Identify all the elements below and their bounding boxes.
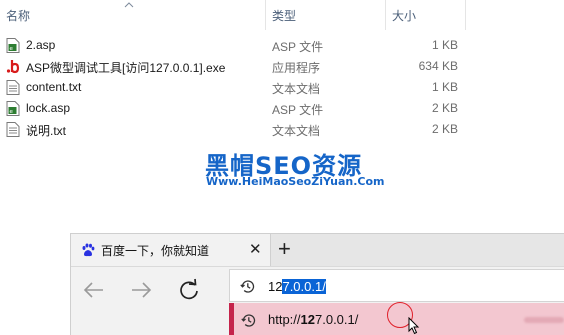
asp-file-icon: e [6,101,20,116]
tab-title: 百度一下，你就知道 [101,244,210,258]
browser-window: 百度一下，你就知道 ✕ + 127.0.0.1/ http://127.0.0.… [70,233,564,335]
address-text[interactable]: 127.0.0.1/ [268,279,326,294]
history-clock-icon [240,280,255,293]
tab-close-icon[interactable]: ✕ [249,240,262,258]
column-spacer [465,0,564,30]
file-row[interactable]: e 2.asp ASP 文件 1 KB [0,35,564,56]
mouse-cursor-icon [408,317,420,335]
file-name: content.txt [26,80,82,94]
back-arrow-icon[interactable] [81,277,107,303]
column-header: 名称 类型 大小 [0,0,564,30]
text-file-icon [6,80,20,95]
browser-toolbar: 127.0.0.1/ http://127.0.0.1/ [71,266,564,335]
exe-app-icon [6,60,20,74]
file-type: ASP 文件 [272,103,324,117]
file-row[interactable]: content.txt 文本文档 1 KB [0,77,564,98]
file-name: 2.asp [26,38,56,52]
browser-tab[interactable]: 百度一下，你就知道 ✕ [71,234,271,266]
file-row[interactable]: ASP微型调试工具[访问127.0.0.1].exe 应用程序 634 KB [0,56,564,77]
suggestion-url: http://127.0.0.1/ [268,312,358,327]
file-size: 1 KB [431,38,458,52]
file-list: e 2.asp ASP 文件 1 KB ASP微型调试工具[访问127.0.0.… [0,35,564,140]
file-size: 2 KB [431,101,458,115]
suggestion-rest: 7.0.0.1/ [315,312,359,327]
address-bar[interactable]: 127.0.0.1/ [229,269,564,302]
address-selected-text: 7.0.0.1/ [282,279,326,294]
file-type: 文本文档 [272,124,321,138]
text-file-icon [6,122,20,137]
file-row[interactable]: e lock.asp ASP 文件 2 KB [0,98,564,119]
watermark-url: Www.HeiMaoSeoZiYuan.Com [206,175,385,188]
file-type: 应用程序 [272,61,321,75]
baidu-paw-icon [82,243,95,257]
address-typed: 12 [268,279,283,294]
file-explorer: 名称 类型 大小 e 2.asp ASP 文件 1 KB ASP微型调试工具[访… [0,0,564,145]
column-type-header[interactable]: 类型 [265,0,385,30]
suggestion-scheme: http:// [268,312,301,327]
file-name: lock.asp [26,101,71,115]
file-size: 1 KB [431,80,458,94]
column-name-header[interactable]: 名称 [0,0,265,30]
file-size: 2 KB [431,122,458,136]
column-size-header[interactable]: 大小 [385,0,465,30]
file-name: ASP微型调试工具[访问127.0.0.1].exe [26,61,226,75]
file-row[interactable]: 说明.txt 文本文档 2 KB [0,119,564,140]
file-type: ASP 文件 [272,40,324,54]
file-type: 文本文档 [272,82,321,96]
refresh-icon[interactable] [176,277,202,303]
file-size: 634 KB [418,59,458,73]
forward-arrow-icon[interactable] [128,277,154,303]
file-name: 说明.txt [26,124,67,138]
blurred-text [524,317,564,323]
asp-file-icon: e [6,38,20,53]
history-clock-icon [241,314,256,327]
suggestion-match: 12 [300,312,315,327]
new-tab-icon[interactable]: + [278,236,291,262]
